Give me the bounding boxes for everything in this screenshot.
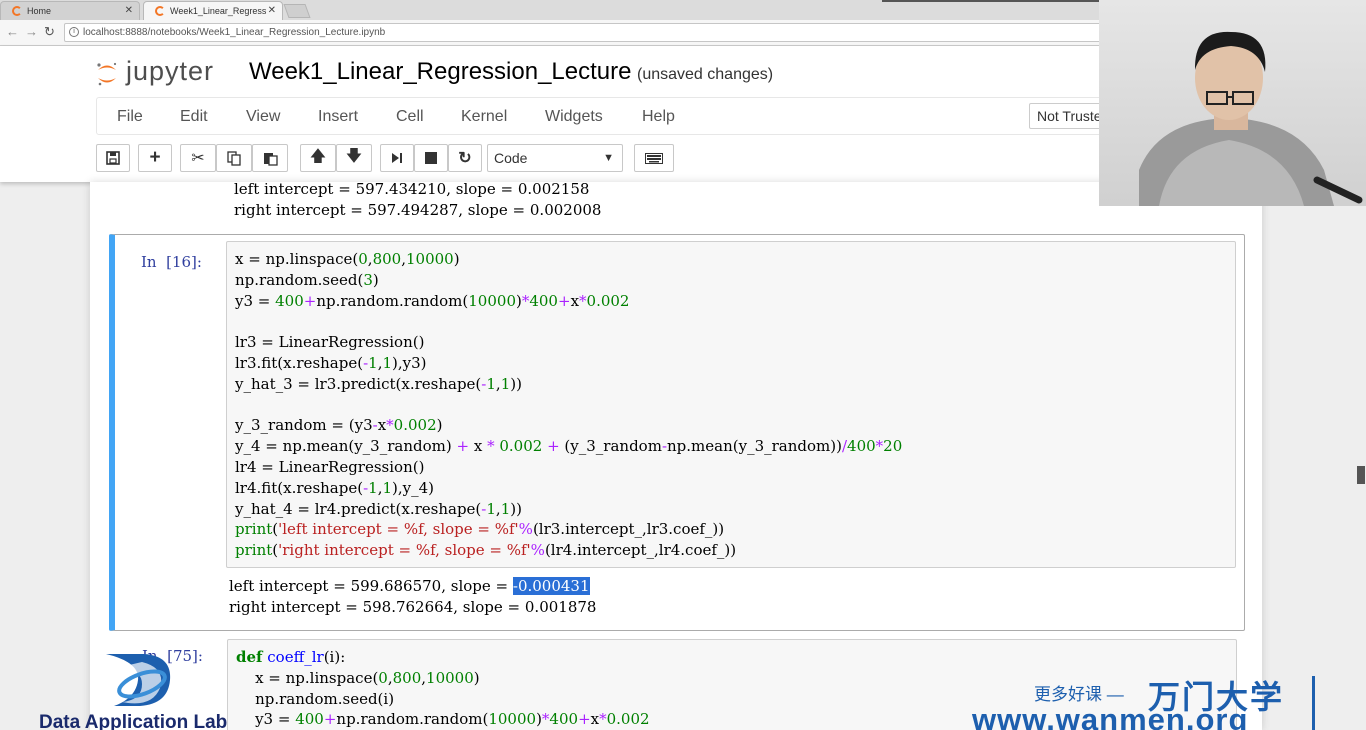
move-up-button[interactable]: 🡅	[300, 144, 336, 172]
notebook-title[interactable]: Week1_Linear_Regression_Lecture	[249, 58, 631, 86]
plus-icon: +	[149, 147, 161, 168]
data-application-lab-logo: Data Application Lab	[38, 648, 268, 730]
presenter-video-icon	[1139, 31, 1363, 206]
code-cell-selected[interactable]: In [16]: x = np.linspace(0,800,10000) np…	[109, 234, 1245, 631]
notebook-toolbar: + ✂ 🡅 🡇 ↻ Code ▼	[96, 143, 716, 175]
paste-button[interactable]	[252, 144, 288, 172]
menu-kernel[interactable]: Kernel	[461, 108, 507, 126]
save-button[interactable]	[96, 144, 130, 172]
cell-type-value: Code	[494, 150, 528, 166]
copy-icon	[226, 150, 241, 166]
menu-view[interactable]: View	[246, 108, 280, 126]
step-forward-icon	[392, 153, 402, 163]
menu-help[interactable]: Help	[642, 108, 675, 126]
code-input-area[interactable]: x = np.linspace(0,800,10000) np.random.s…	[226, 241, 1236, 568]
output-line: left intercept = 597.434210, slope = 0.0…	[234, 180, 590, 198]
tab-label: Home	[27, 6, 52, 16]
previous-cell-output: left intercept = 597.434210, slope = 0.0…	[234, 179, 601, 221]
dal-brand-text: Data Application Lab	[39, 712, 228, 730]
output-line: left intercept = 599.686570, slope =	[229, 577, 513, 595]
move-down-button[interactable]: 🡇	[336, 144, 372, 172]
wanmen-divider	[1312, 676, 1315, 730]
new-tab-button[interactable]	[283, 4, 311, 18]
stop-icon	[425, 152, 437, 164]
command-palette-button[interactable]	[634, 144, 674, 172]
jupyter-favicon-icon	[12, 6, 22, 16]
back-icon[interactable]: ←	[6, 24, 19, 39]
wanmen-url: www.wanmen.org	[972, 702, 1249, 730]
interrupt-button[interactable]	[414, 144, 448, 172]
tab-close-icon[interactable]: ✕	[125, 2, 133, 20]
menu-insert[interactable]: Insert	[318, 108, 358, 126]
selected-text[interactable]: -0.000431	[512, 577, 590, 595]
jupyter-favicon-icon	[155, 6, 165, 16]
code-text[interactable]: x = np.linspace(0,800,10000) np.random.s…	[235, 249, 902, 561]
insert-cell-button[interactable]: +	[138, 144, 172, 172]
save-status: (unsaved changes)	[637, 66, 774, 83]
code-text[interactable]: def coeff_lr(i): x = np.linspace(0,800,1…	[236, 647, 650, 730]
menu-widgets[interactable]: Widgets	[545, 108, 603, 126]
forward-icon[interactable]: →	[25, 24, 38, 39]
output-line: right intercept = 598.762664, slope = 0.…	[229, 597, 597, 616]
jupyter-orb-icon	[97, 62, 117, 86]
info-icon[interactable]: i	[69, 27, 79, 37]
cell-type-select[interactable]: Code ▼	[487, 144, 623, 172]
cut-button[interactable]: ✂	[180, 144, 216, 172]
webcam-overlay	[1099, 0, 1366, 206]
arrow-up-icon: 🡅	[309, 147, 327, 165]
menu-edit[interactable]: Edit	[180, 108, 208, 126]
url-input[interactable]: i localhost:8888/notebooks/Week1_Linear_…	[64, 23, 1104, 42]
menu-bar: File Edit View Insert Cell Kernel Widget…	[96, 97, 1106, 135]
url-text: localhost:8888/notebooks/Week1_Linear_Re…	[83, 27, 386, 38]
save-icon	[106, 151, 120, 165]
browser-tab-notebook[interactable]: Week1_Linear_Regress ✕	[143, 1, 283, 20]
arrow-down-icon: 🡇	[345, 147, 363, 165]
dropdown-caret-icon: ▼	[603, 152, 614, 164]
restart-icon: ↻	[458, 150, 472, 167]
paste-icon	[263, 152, 278, 166]
browser-tab-home[interactable]: Home ✕	[0, 1, 140, 20]
cut-icon: ✂	[191, 150, 205, 167]
keyboard-icon	[645, 152, 663, 164]
reload-icon[interactable]: ↻	[44, 24, 55, 40]
restart-button[interactable]: ↻	[448, 144, 482, 172]
copy-button[interactable]	[216, 144, 252, 172]
jupyter-wordmark: jupyter	[126, 56, 215, 86]
jupyter-logo[interactable]: jupyter	[96, 54, 236, 94]
dal-logo-icon	[106, 654, 171, 706]
scrollbar-thumb[interactable]	[1357, 466, 1365, 484]
menu-file[interactable]: File	[117, 108, 143, 126]
wanmen-watermark: 更多好课 — 万门大学 www.wanmen.org	[972, 672, 1332, 730]
cell-output: left intercept = 599.686570, slope = -0.…	[229, 576, 596, 618]
run-button[interactable]	[380, 144, 414, 172]
output-line: right intercept = 597.494287, slope = 0.…	[234, 200, 602, 219]
menu-cell[interactable]: Cell	[396, 108, 424, 126]
tab-label: Week1_Linear_Regress	[170, 6, 267, 16]
tab-close-icon[interactable]: ✕	[268, 2, 276, 20]
input-prompt: In [16]:	[141, 253, 202, 271]
